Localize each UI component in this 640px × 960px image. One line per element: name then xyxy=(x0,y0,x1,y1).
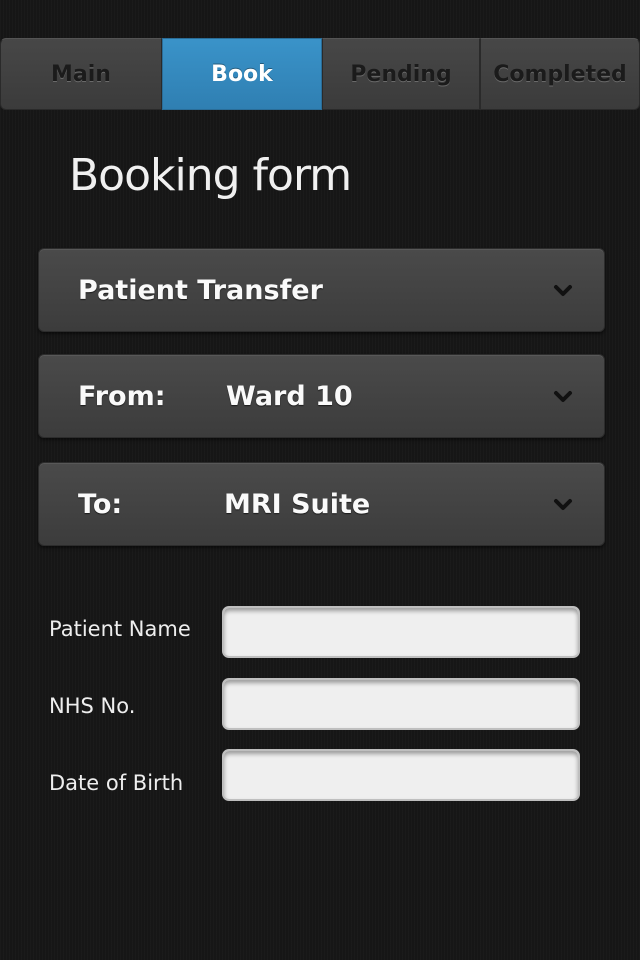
from-select[interactable]: From: Ward 10 xyxy=(38,354,605,438)
date-of-birth-label: Date of Birth xyxy=(49,771,184,795)
to-label: To: xyxy=(78,489,123,520)
from-value: Ward 10 xyxy=(226,381,353,412)
service-type-value: Patient Transfer xyxy=(78,275,323,306)
chevron-down-icon xyxy=(554,285,572,296)
page-title: Booking form xyxy=(69,150,352,201)
service-type-select[interactable]: Patient Transfer xyxy=(38,248,605,332)
patient-name-input[interactable] xyxy=(222,606,580,658)
to-value: MRI Suite xyxy=(224,489,371,520)
tab-completed[interactable]: Completed xyxy=(480,38,640,110)
date-of-birth-input[interactable] xyxy=(222,749,580,801)
nhs-no-label: NHS No. xyxy=(49,694,136,718)
chevron-down-icon xyxy=(554,499,572,510)
tab-main[interactable]: Main xyxy=(0,38,162,110)
nhs-no-input[interactable] xyxy=(222,678,580,730)
to-select[interactable]: To: MRI Suite xyxy=(38,462,605,546)
tab-book[interactable]: Book xyxy=(162,38,322,110)
chevron-down-icon xyxy=(554,391,572,402)
patient-name-label: Patient Name xyxy=(49,617,191,641)
from-label: From: xyxy=(78,381,166,412)
tab-bar: Main Book Pending Completed xyxy=(0,38,640,110)
tab-pending[interactable]: Pending xyxy=(322,38,480,110)
